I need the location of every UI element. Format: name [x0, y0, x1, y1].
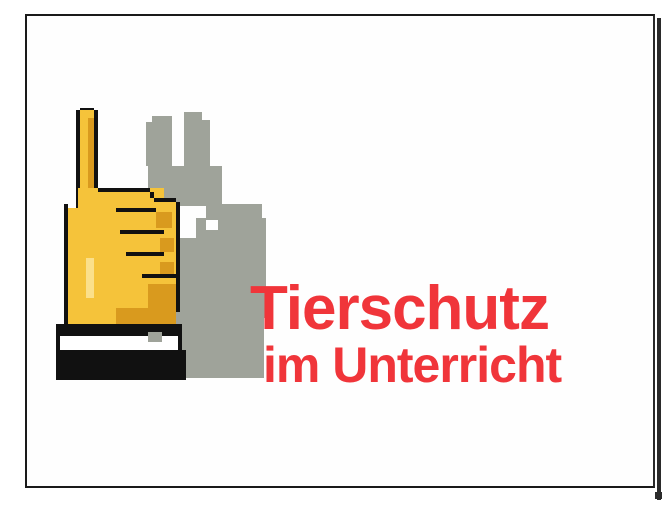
- title-line-1: Tierschutz: [250, 274, 550, 343]
- pointing-hand-icon: [56, 108, 276, 388]
- frame-corner: [655, 492, 662, 499]
- palm-icon: [64, 188, 180, 328]
- title-line-2: im Unterricht: [263, 337, 562, 393]
- sleeve-icon: [56, 324, 186, 380]
- frame-edge: [657, 18, 661, 500]
